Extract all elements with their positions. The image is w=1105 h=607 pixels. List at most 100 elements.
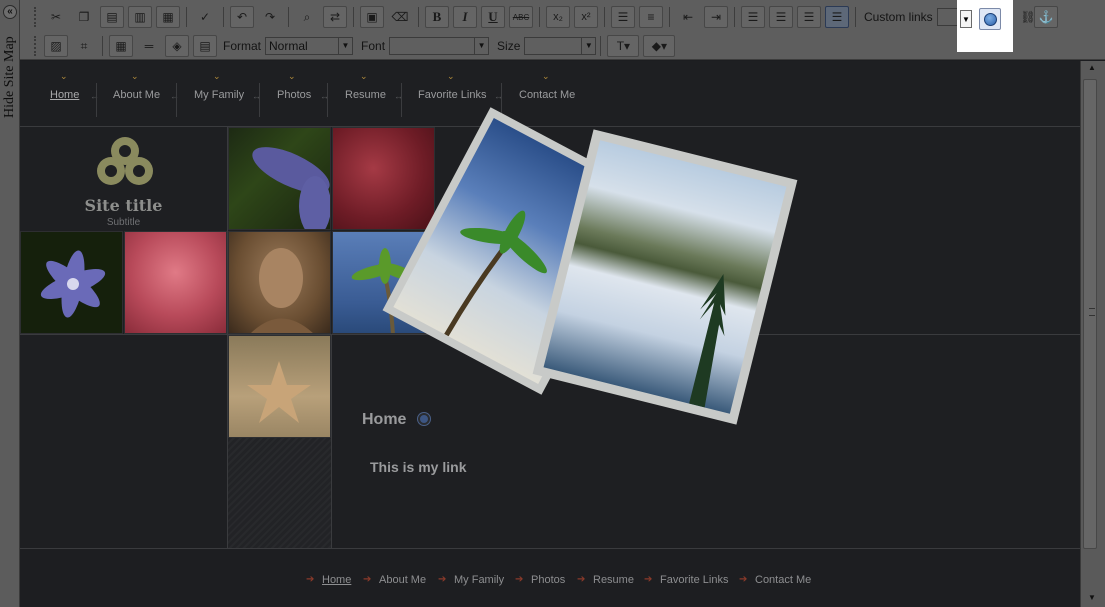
photo-tile-blue-flower[interactable] xyxy=(228,127,331,230)
footer-item-about-me[interactable]: About Me xyxy=(379,574,426,586)
custom-links-dropdown-icon[interactable]: ▼ xyxy=(960,10,972,28)
photo-tile-pink-daisy[interactable] xyxy=(124,231,227,334)
editor-toolbar: ✂ ❐ ▤ ▥ ▦ ✓ ↶ ↷ ⌕ ⇄ ▣ ⌫ B I U ABC x₂ x² … xyxy=(20,0,1105,60)
photo-tile-starfish[interactable] xyxy=(228,335,331,438)
footer-arrow-icon: ➔ xyxy=(515,574,524,585)
redo-icon[interactable]: ↷ xyxy=(258,6,282,28)
edit-region-indicator-icon[interactable] xyxy=(418,413,430,425)
spellcheck-icon[interactable]: ✓ xyxy=(193,6,217,28)
find-icon[interactable]: ⌕ xyxy=(295,6,319,28)
toolbar-grip[interactable] xyxy=(34,7,38,27)
footer-item-contact-me[interactable]: Contact Me xyxy=(755,574,811,586)
photo-tile-statue-face[interactable] xyxy=(228,231,331,334)
replace-icon[interactable]: ⇄ xyxy=(323,6,347,28)
footer-item-resume[interactable]: Resume xyxy=(593,574,634,586)
toolbar-separator xyxy=(734,7,735,27)
outdent-icon[interactable]: ⇤ xyxy=(676,6,700,28)
underline-button[interactable]: U xyxy=(481,6,505,28)
paste-word-icon[interactable]: ▦ xyxy=(156,6,180,28)
scroll-grip-icon xyxy=(1089,308,1095,316)
toolbar-separator xyxy=(669,7,670,27)
nav-caret-icon: ⌄ xyxy=(131,71,139,81)
justify-icon[interactable]: ☰ xyxy=(825,6,849,28)
numbered-list-icon[interactable]: ☰ xyxy=(611,6,635,28)
font-select[interactable]: ▼ xyxy=(389,37,490,55)
select-all-icon[interactable]: ▣ xyxy=(360,6,384,28)
nav-arrow-icon: ↔ xyxy=(90,91,99,101)
site-title[interactable]: Site title xyxy=(20,196,227,215)
scroll-down-icon[interactable]: ▼ xyxy=(1085,593,1099,605)
footer-arrow-icon: ➔ xyxy=(438,574,447,585)
bold-button[interactable]: B xyxy=(425,6,449,28)
indent-icon[interactable]: ⇥ xyxy=(704,6,728,28)
page-preview: ⌄ Home ↔ ⌄ About Me ↔ ⌄ My Family ↔ ⌄ Ph… xyxy=(20,61,1080,607)
anchor-icon[interactable]: ⚓ xyxy=(1034,6,1058,28)
horizontal-rule-icon[interactable]: ═ xyxy=(137,35,161,57)
text-color-icon[interactable]: T▾ xyxy=(607,35,640,57)
toolbar-row-1: ✂ ❐ ▤ ▥ ▦ ✓ ↶ ↷ ⌕ ⇄ ▣ ⌫ B I U ABC x₂ x² … xyxy=(20,2,1009,32)
nav-separator xyxy=(176,83,177,117)
insert-link-globe-icon[interactable] xyxy=(979,8,1001,30)
font-label: Font xyxy=(361,39,386,53)
nav-separator xyxy=(259,83,260,117)
format-label: Format xyxy=(223,39,262,53)
footer-item-photos[interactable]: Photos xyxy=(531,574,565,586)
hide-sitemap-label[interactable]: Hide Site Map xyxy=(2,36,18,118)
vertical-scrollbar[interactable]: ▲ ▼ xyxy=(1080,61,1105,607)
editor-window: « Hide Site Map ✂ ❐ ▤ ▥ ▦ ✓ ↶ ↷ ⌕ ⇄ ▣ ⌫ … xyxy=(0,0,1105,607)
superscript-button[interactable]: x² xyxy=(574,6,598,28)
align-right-icon[interactable]: ☰ xyxy=(797,6,821,28)
align-left-icon[interactable]: ☰ xyxy=(741,6,765,28)
paste-icon[interactable]: ▤ xyxy=(100,6,124,28)
photo-tile-purple-flower[interactable] xyxy=(20,231,123,334)
paste-text-icon[interactable]: ▥ xyxy=(128,6,152,28)
copy-icon[interactable]: ❐ xyxy=(72,6,96,28)
nav-item-resume[interactable]: Resume xyxy=(345,89,386,101)
grid-line xyxy=(331,334,332,548)
content-heading[interactable]: Home xyxy=(362,411,406,429)
eraser-icon[interactable]: ⌫ xyxy=(388,6,412,28)
toolbar-row-2: ▨ ⌗ ▦ ═ ◈ ▤ Format Normal ▼ Font ▼ Size ▼… xyxy=(20,31,677,61)
footer-item-favorite-links[interactable]: Favorite Links xyxy=(660,574,728,586)
insert-table-icon[interactable]: ▦ xyxy=(109,35,133,57)
sitemap-strip: « Hide Site Map xyxy=(0,0,20,607)
photo-tile-red-petals[interactable] xyxy=(332,127,435,230)
collapse-sitemap-icon[interactable]: « xyxy=(3,5,17,19)
bullet-list-icon[interactable]: ≡ xyxy=(639,6,663,28)
footer-arrow-icon: ➔ xyxy=(306,574,315,585)
footer-item-my-family[interactable]: My Family xyxy=(454,574,504,586)
crop-icon[interactable]: ⌗ xyxy=(72,35,96,57)
nav-item-photos[interactable]: Photos xyxy=(277,89,311,101)
insert-image-icon[interactable]: ▨ xyxy=(44,35,68,57)
size-select[interactable]: ▼ xyxy=(524,37,597,55)
content-link[interactable]: This is my link xyxy=(370,459,466,475)
footer-item-home[interactable]: Home xyxy=(322,574,351,586)
undo-icon[interactable]: ↶ xyxy=(230,6,254,28)
nav-caret-icon: ⌄ xyxy=(213,71,221,81)
background-color-icon[interactable]: ◆▾ xyxy=(643,35,676,57)
scroll-up-icon[interactable]: ▲ xyxy=(1085,63,1099,75)
format-select[interactable]: Normal ▼ xyxy=(265,37,354,55)
custom-links-highlight: ▼ xyxy=(957,0,1013,52)
toolbar-separator xyxy=(604,7,605,27)
insert-media-icon[interactable]: ◈ xyxy=(165,35,189,57)
size-label: Size xyxy=(497,39,521,53)
toolbar-separator xyxy=(855,7,856,27)
align-center-icon[interactable]: ☰ xyxy=(769,6,793,28)
site-subtitle[interactable]: Subtitle xyxy=(20,217,227,228)
nav-item-contact-me[interactable]: Contact Me xyxy=(519,89,575,101)
subscript-button[interactable]: x₂ xyxy=(546,6,570,28)
italic-button[interactable]: I xyxy=(453,6,477,28)
nav-item-home[interactable]: Home xyxy=(50,89,79,101)
hatched-panel xyxy=(228,438,331,548)
insert-form-icon[interactable]: ▤ xyxy=(193,35,217,57)
footer-navigation: ➔ Home ➔ About Me ➔ My Family ➔ Photos ➔… xyxy=(20,548,1080,607)
nav-item-favorite-links[interactable]: Favorite Links xyxy=(418,89,486,101)
nav-caret-icon: ⌄ xyxy=(288,71,296,81)
scroll-thumb[interactable] xyxy=(1083,79,1097,549)
cut-icon[interactable]: ✂ xyxy=(44,6,68,28)
toolbar-grip[interactable] xyxy=(34,36,38,56)
nav-item-my-family[interactable]: My Family xyxy=(194,89,244,101)
strikethrough-button[interactable]: ABC xyxy=(509,6,533,28)
nav-item-about-me[interactable]: About Me xyxy=(113,89,160,101)
